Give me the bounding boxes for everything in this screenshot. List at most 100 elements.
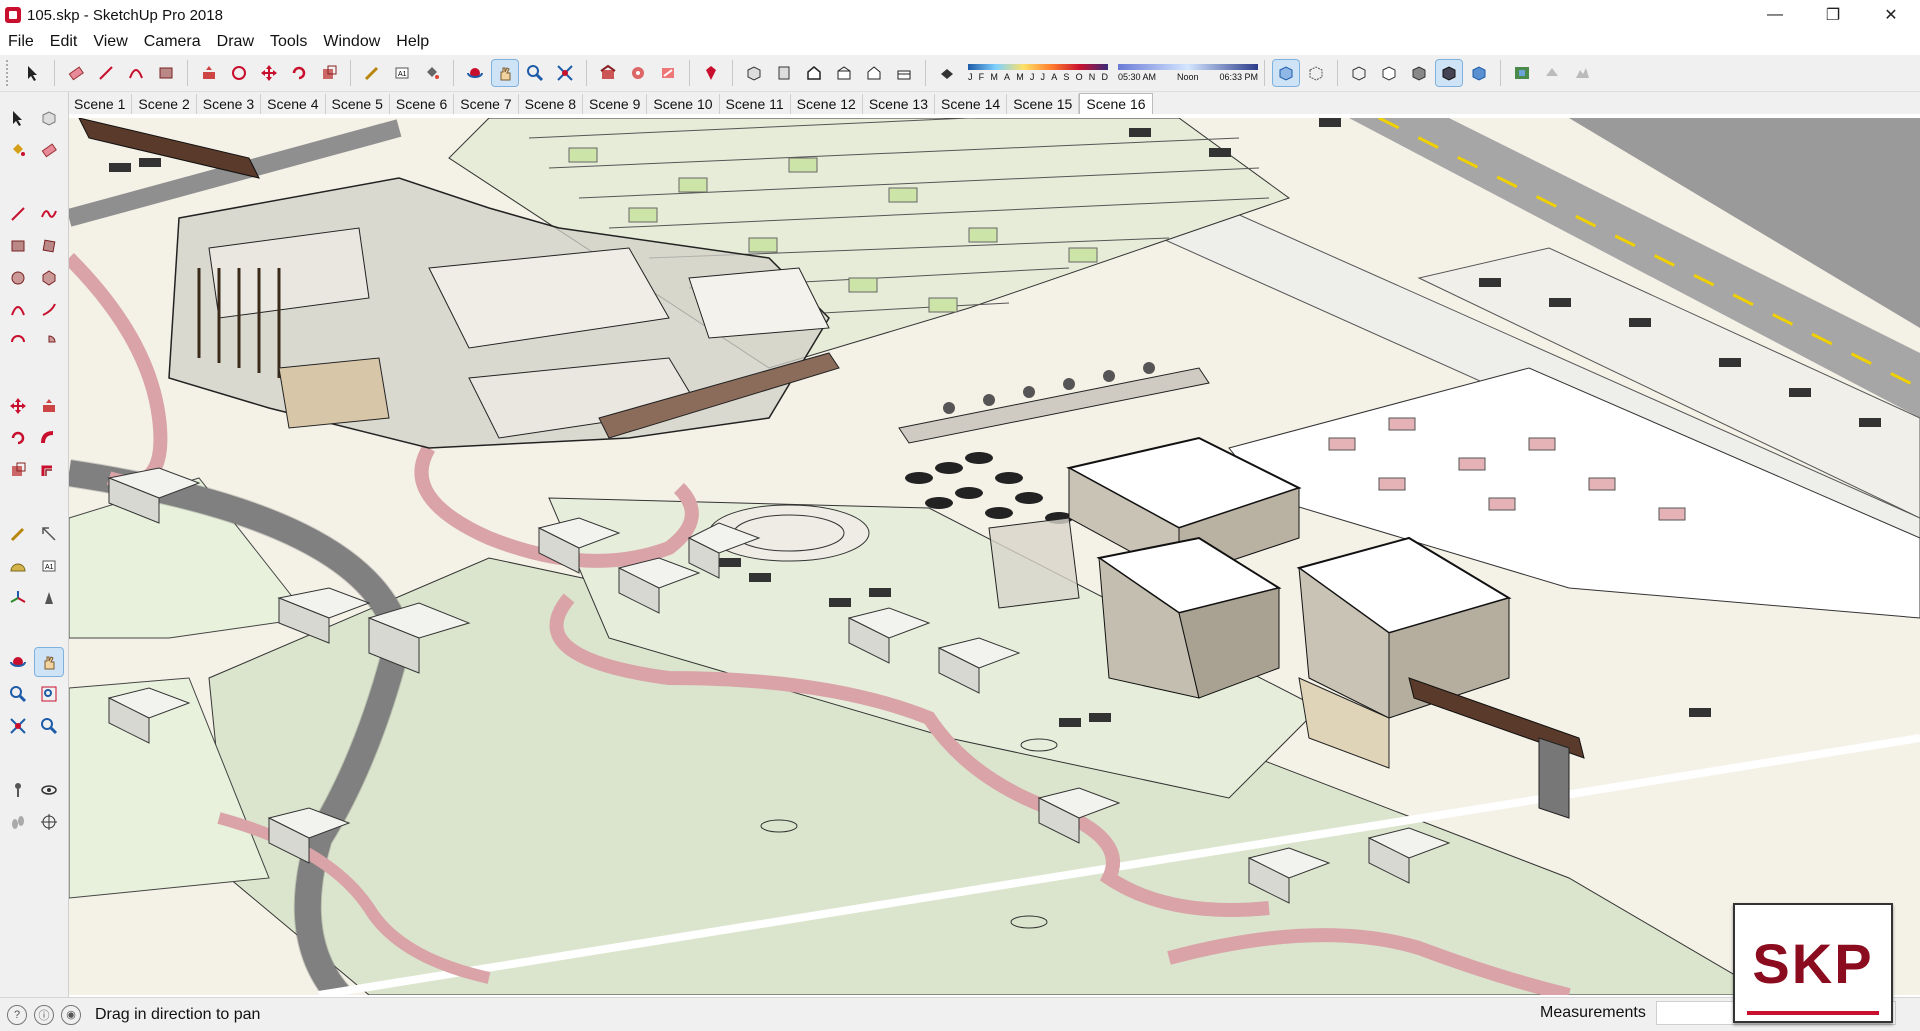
shadow-date-slider[interactable]: J F M A M J J A S O N D: [968, 64, 1108, 82]
menu-window[interactable]: Window: [315, 33, 388, 51]
back-edges-style-icon[interactable]: [1303, 60, 1329, 86]
toolbar-grip[interactable]: [6, 60, 14, 86]
scale-icon[interactable]: [4, 456, 32, 484]
tape-measure-icon[interactable]: [4, 520, 32, 548]
pie-icon[interactable]: [35, 328, 63, 356]
warehouse-icon[interactable]: [595, 60, 621, 86]
look-around-icon[interactable]: [35, 776, 63, 804]
tab-scene-16[interactable]: Scene 16: [1079, 93, 1153, 114]
view-right-icon[interactable]: [831, 60, 857, 86]
follow-me-icon[interactable]: [35, 424, 63, 452]
make-component-icon[interactable]: [35, 104, 63, 132]
wireframe-style-icon[interactable]: [1346, 60, 1372, 86]
3d-text-icon[interactable]: [35, 584, 63, 612]
walk-icon[interactable]: [4, 808, 32, 836]
credits-icon[interactable]: ⓘ: [34, 1004, 54, 1025]
tab-scene-8[interactable]: Scene 8: [518, 94, 583, 114]
xray-style-icon[interactable]: [1272, 59, 1300, 87]
push-pull-tool-icon[interactable]: [196, 60, 222, 86]
pan-tool-icon[interactable]: [491, 59, 519, 87]
shaded-style-icon[interactable]: [1406, 60, 1432, 86]
minimize-button[interactable]: —: [1746, 0, 1804, 30]
move-tool-icon[interactable]: [256, 60, 282, 86]
eraser-icon[interactable]: [35, 136, 63, 164]
zoom-extents-icon[interactable]: [552, 60, 578, 86]
rotate-tool-icon[interactable]: [286, 60, 312, 86]
paint-bucket-icon[interactable]: [419, 60, 445, 86]
tab-scene-12[interactable]: Scene 12: [790, 94, 863, 114]
tab-scene-9[interactable]: Scene 9: [583, 94, 648, 114]
protractor-icon[interactable]: [4, 552, 32, 580]
view-top-icon[interactable]: [771, 60, 797, 86]
tab-scene-15[interactable]: Scene 15: [1007, 94, 1080, 114]
menu-draw[interactable]: Draw: [209, 33, 262, 51]
tab-scene-4[interactable]: Scene 4: [261, 94, 326, 114]
view-front-icon[interactable]: [801, 60, 827, 86]
view-left-icon[interactable]: [891, 60, 917, 86]
select-icon[interactable]: [4, 104, 32, 132]
tab-scene-10[interactable]: Scene 10: [647, 94, 720, 114]
menu-edit[interactable]: Edit: [42, 33, 86, 51]
orbit-tool-icon[interactable]: [462, 60, 488, 86]
two-point-arc-icon[interactable]: [35, 296, 63, 324]
tab-scene-1[interactable]: Scene 1: [68, 94, 133, 114]
push-pull-icon[interactable]: [35, 392, 63, 420]
previous-view-icon[interactable]: [35, 712, 63, 740]
tab-scene-5[interactable]: Scene 5: [325, 94, 390, 114]
rotate-icon[interactable]: [4, 424, 32, 452]
geo-location-icon[interactable]: [1509, 60, 1535, 86]
line-tool-icon[interactable]: [93, 60, 119, 86]
toggle-terrain-icon[interactable]: [1569, 60, 1595, 86]
menu-help[interactable]: Help: [388, 33, 437, 51]
model-scene[interactable]: [69, 118, 1920, 995]
zoom-icon[interactable]: [4, 680, 32, 708]
menu-file[interactable]: File: [0, 33, 42, 51]
section-plane-icon[interactable]: [35, 808, 63, 836]
menu-view[interactable]: View: [85, 33, 135, 51]
hidden-line-style-icon[interactable]: [1376, 60, 1402, 86]
paint-bucket-icon[interactable]: [4, 136, 32, 164]
zoom-extents-icon[interactable]: [4, 712, 32, 740]
three-point-arc-icon[interactable]: [4, 328, 32, 356]
maximize-button[interactable]: ❐: [1804, 0, 1862, 30]
monochrome-style-icon[interactable]: [1466, 60, 1492, 86]
circle-icon[interactable]: [4, 264, 32, 292]
extension-warehouse-icon[interactable]: [625, 60, 651, 86]
view-back-icon[interactable]: [861, 60, 887, 86]
model-viewport[interactable]: [69, 118, 1920, 995]
freehand-icon[interactable]: [35, 200, 63, 228]
tab-scene-11[interactable]: Scene 11: [719, 94, 791, 114]
dimension-icon[interactable]: [35, 520, 63, 548]
zoom-tool-icon[interactable]: [522, 60, 548, 86]
line-icon[interactable]: [4, 200, 32, 228]
tab-scene-14[interactable]: Scene 14: [935, 94, 1008, 114]
menu-camera[interactable]: Camera: [136, 33, 209, 51]
geo-location-status-icon[interactable]: ?: [7, 1004, 27, 1025]
tab-scene-7[interactable]: Scene 7: [454, 94, 519, 114]
tab-scene-3[interactable]: Scene 3: [196, 94, 262, 114]
pan-icon[interactable]: [34, 647, 64, 677]
offset-tool-icon[interactable]: [226, 60, 252, 86]
close-button[interactable]: ✕: [1862, 0, 1920, 30]
tab-scene-6[interactable]: Scene 6: [389, 94, 455, 114]
polygon-icon[interactable]: [35, 264, 63, 292]
orbit-icon[interactable]: [4, 648, 32, 676]
shaded-textures-style-icon[interactable]: [1435, 59, 1463, 87]
share-model-icon[interactable]: [655, 60, 681, 86]
text-tool-icon[interactable]: A1: [389, 60, 415, 86]
select-tool-icon[interactable]: [20, 60, 46, 86]
shadows-toggle-icon[interactable]: [934, 60, 960, 86]
arc-icon[interactable]: [4, 296, 32, 324]
ruby-console-icon[interactable]: [698, 60, 724, 86]
move-icon[interactable]: [4, 392, 32, 420]
rectangle-tool-icon[interactable]: [153, 60, 179, 86]
rectangle-icon[interactable]: [4, 232, 32, 260]
tape-measure-icon[interactable]: [359, 60, 385, 86]
user-account-icon[interactable]: ◉: [61, 1004, 81, 1025]
menu-tools[interactable]: Tools: [262, 33, 315, 51]
tab-scene-13[interactable]: Scene 13: [862, 94, 936, 114]
scale-tool-icon[interactable]: [316, 60, 342, 86]
rotated-rectangle-icon[interactable]: [35, 232, 63, 260]
axes-icon[interactable]: [4, 584, 32, 612]
shadow-time-slider[interactable]: 05:30 AM Noon 06:33 PM: [1118, 64, 1258, 82]
